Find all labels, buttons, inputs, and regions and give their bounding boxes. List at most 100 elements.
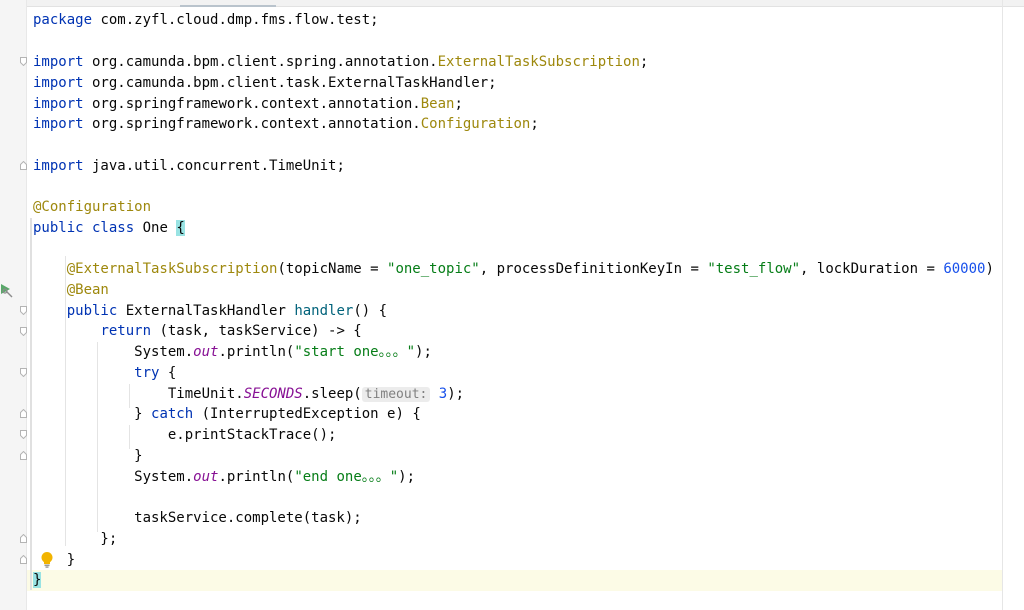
string-token: "test_flow" bbox=[707, 261, 801, 277]
code-line-try[interactable]: try { bbox=[33, 363, 176, 384]
code-editor[interactable]: package com.zyfl.cloud.dmp.fms.flow.test… bbox=[0, 0, 1024, 610]
code-text: () { bbox=[353, 303, 388, 319]
code-text: ExternalTaskHandler bbox=[117, 303, 295, 319]
code-line-import[interactable]: import org.springframework.context.annot… bbox=[33, 94, 463, 115]
keyword-token: import bbox=[33, 96, 84, 112]
code-text: ); bbox=[447, 386, 465, 402]
keyword-token: package bbox=[33, 12, 93, 28]
code-text: .println( bbox=[218, 344, 295, 360]
string-token: "end one。。。" bbox=[294, 469, 399, 485]
code-line-class-declaration[interactable]: public class One { bbox=[33, 218, 185, 239]
code-text: java.util.concurrent.TimeUnit; bbox=[83, 158, 345, 174]
code-text: System. bbox=[33, 469, 194, 485]
fold-marker-icon[interactable] bbox=[20, 430, 27, 439]
code-line-statement[interactable]: System.out.println("end one。。。"); bbox=[33, 467, 415, 488]
code-text: } bbox=[33, 406, 152, 422]
code-text: (task, taskService) -> { bbox=[151, 323, 362, 339]
code-line-import[interactable]: import org.camunda.bpm.client.task.Exter… bbox=[33, 73, 497, 94]
keyword-token: public class bbox=[33, 220, 135, 236]
right-margin-guide bbox=[1002, 0, 1003, 610]
class-scope-bar bbox=[30, 218, 32, 590]
code-text: } bbox=[33, 552, 76, 568]
code-line-annotation[interactable]: @ExternalTaskSubscription(topicName = "o… bbox=[33, 259, 994, 280]
code-text: System. bbox=[33, 344, 194, 360]
code-text: } bbox=[33, 448, 143, 464]
code-line-closing-brace[interactable]: } bbox=[33, 570, 42, 591]
keyword-token: try bbox=[134, 365, 160, 381]
code-text: .println( bbox=[218, 469, 295, 485]
fold-marker-icon[interactable] bbox=[20, 555, 27, 564]
code-line-import[interactable]: import org.springframework.context.annot… bbox=[33, 114, 539, 135]
keyword-token: import bbox=[33, 158, 84, 174]
code-text: ); bbox=[415, 344, 432, 360]
annotation-token: @ExternalTaskSubscription bbox=[66, 261, 278, 277]
active-tab-indicator bbox=[180, 5, 276, 7]
code-text: TimeUnit. bbox=[33, 386, 244, 402]
gutter-divider bbox=[26, 0, 27, 610]
annotation-token: @Bean bbox=[66, 282, 109, 298]
code-text: taskService.complete(task); bbox=[33, 510, 362, 526]
code-text: com.zyfl.cloud.dmp.fms.flow.test; bbox=[92, 12, 379, 28]
annotation-token: Configuration bbox=[420, 116, 531, 132]
code-line-closing-brace[interactable]: } bbox=[33, 446, 143, 467]
code-text: org.camunda.bpm.client.task.ExternalTask… bbox=[83, 75, 497, 91]
code-text: ); bbox=[398, 469, 416, 485]
indent-text bbox=[33, 282, 67, 298]
code-line-closing-brace[interactable]: } bbox=[33, 550, 75, 571]
code-text: .sleep( bbox=[302, 386, 362, 402]
code-line-statement[interactable]: TimeUnit.SECONDS.sleep(timeout: 3); bbox=[33, 384, 464, 405]
fold-marker-icon[interactable] bbox=[20, 534, 27, 543]
fold-marker-icon[interactable] bbox=[20, 161, 27, 170]
parameter-hint: timeout: bbox=[361, 387, 431, 402]
editor-tab-strip bbox=[0, 0, 1024, 7]
run-marker-icon[interactable] bbox=[0, 282, 14, 298]
code-line-import[interactable]: import org.camunda.bpm.client.spring.ann… bbox=[33, 52, 648, 73]
code-line-catch[interactable]: } catch (InterruptedException e) { bbox=[33, 404, 421, 425]
code-text: ) bbox=[985, 261, 994, 277]
code-text: e.printStackTrace(); bbox=[33, 427, 337, 443]
code-line-statement[interactable]: System.out.println("start one。。。"); bbox=[33, 342, 432, 363]
keyword-token: public bbox=[66, 303, 118, 319]
code-line-annotation[interactable]: @Configuration bbox=[33, 197, 151, 218]
fold-marker-icon[interactable] bbox=[20, 368, 27, 377]
number-token: 3 bbox=[430, 386, 448, 402]
code-text: org.springframework.context.annotation. bbox=[83, 116, 421, 132]
matched-brace: { bbox=[176, 220, 185, 236]
code-line-statement[interactable]: taskService.complete(task); bbox=[33, 508, 362, 529]
fold-marker-icon[interactable] bbox=[20, 327, 27, 336]
code-line-closing-brace[interactable]: }; bbox=[33, 529, 117, 550]
indent-text bbox=[33, 365, 134, 381]
indent-text bbox=[33, 303, 67, 319]
code-text: { bbox=[159, 365, 177, 381]
code-text: , lockDuration = bbox=[800, 261, 944, 277]
static-field-token: out bbox=[193, 344, 219, 360]
matched-brace: } bbox=[33, 572, 42, 588]
fold-marker-icon[interactable] bbox=[20, 409, 27, 418]
static-field-token: out bbox=[193, 469, 219, 485]
keyword-token: import bbox=[33, 116, 84, 132]
code-text: ; bbox=[530, 116, 539, 132]
fold-marker-icon[interactable] bbox=[20, 306, 27, 315]
code-text: org.camunda.bpm.client.spring.annotation… bbox=[83, 54, 438, 70]
fold-marker-icon[interactable] bbox=[20, 57, 27, 66]
code-line-annotation[interactable]: @Bean bbox=[33, 280, 109, 301]
code-text: (InterruptedException e) { bbox=[193, 406, 421, 422]
code-text: , processDefinitionKeyIn = bbox=[479, 261, 708, 277]
code-line-method-declaration[interactable]: public ExternalTaskHandler handler() { bbox=[33, 301, 387, 322]
code-text: org.springframework.context.annotation. bbox=[83, 96, 421, 112]
method-name-token: handler bbox=[294, 303, 354, 319]
annotation-token: @Configuration bbox=[33, 199, 152, 215]
code-text: (topicName = bbox=[277, 261, 388, 277]
fold-marker-icon[interactable] bbox=[20, 451, 27, 460]
string-token: "start one。。。" bbox=[294, 344, 416, 360]
annotation-token: ExternalTaskSubscription bbox=[437, 54, 640, 70]
code-text: One bbox=[134, 220, 177, 236]
code-line-return[interactable]: return (task, taskService) -> { bbox=[33, 321, 362, 342]
code-line-import[interactable]: import java.util.concurrent.TimeUnit; bbox=[33, 156, 345, 177]
number-token: 60000 bbox=[943, 261, 986, 277]
code-line-package[interactable]: package com.zyfl.cloud.dmp.fms.flow.test… bbox=[33, 10, 379, 31]
code-line-statement[interactable]: e.printStackTrace(); bbox=[33, 425, 337, 446]
keyword-token: import bbox=[33, 54, 84, 70]
keyword-token: import bbox=[33, 75, 84, 91]
editor-gutter[interactable] bbox=[0, 0, 26, 610]
